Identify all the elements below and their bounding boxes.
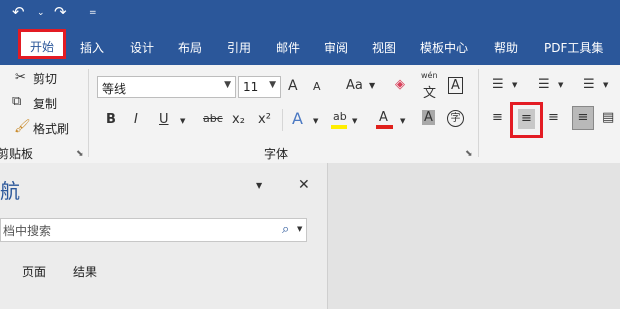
group-divider [478, 69, 479, 157]
chevron-down-icon[interactable]: ▼ [313, 117, 318, 125]
tab-pdf-tools[interactable]: PDF工具集 [544, 39, 603, 56]
copy-button[interactable]: 复制 [33, 95, 57, 112]
character-shading-icon[interactable]: A [422, 110, 435, 125]
format-painter-icon: 🖌 [14, 119, 31, 134]
chevron-down-icon[interactable]: ▼ [512, 81, 517, 89]
clear-formatting-icon[interactable]: ◈ [395, 77, 405, 92]
underline-icon[interactable]: U [159, 112, 169, 127]
align-center-button[interactable]: ≡ [510, 102, 543, 138]
chevron-down-icon[interactable]: ▼ [400, 117, 405, 125]
undo-dropdown-icon[interactable]: ⌄ [37, 8, 45, 18]
ribbon-tabs: 开始 插入 设计 布局 引用 邮件 审阅 视图 模板中心 帮助 PDF工具集 [0, 25, 620, 65]
justify-icon[interactable]: ≡ [572, 106, 594, 130]
chevron-down-icon[interactable]: ▼ [558, 81, 563, 89]
cut-button[interactable]: 剪切 [33, 70, 57, 87]
tab-home-label: 开始 [29, 40, 54, 54]
tab-insert[interactable]: 插入 [80, 39, 104, 56]
strikethrough-icon[interactable]: abc [203, 112, 223, 125]
tab-home[interactable]: 开始 [18, 29, 66, 59]
text-effects-icon[interactable]: A [292, 109, 303, 128]
distributed-icon[interactable]: ▤ [602, 110, 614, 125]
copy-icon: ⧉ [12, 94, 22, 109]
tab-view[interactable]: 视图 [372, 39, 396, 56]
shrink-font-icon[interactable]: A [313, 80, 321, 93]
highlight-color-bar [331, 125, 347, 129]
nav-search-input[interactable] [1, 221, 275, 241]
align-left-icon[interactable]: ≡ [492, 110, 503, 125]
pane-options-chevron-icon[interactable]: ▼ [256, 181, 262, 190]
tab-help[interactable]: 帮助 [494, 39, 518, 56]
character-border-icon[interactable]: A [448, 77, 463, 94]
tab-mailings[interactable]: 邮件 [276, 39, 300, 56]
chevron-down-icon[interactable]: ▼ [603, 81, 608, 89]
tab-design[interactable]: 设计 [130, 39, 154, 56]
chevron-down-icon: ▼ [224, 80, 231, 90]
redo-icon[interactable]: ↷ [54, 3, 67, 21]
font-group-label: 字体 [264, 147, 289, 161]
change-case-icon[interactable]: Aa [346, 78, 363, 93]
highlight-icon[interactable]: ab [333, 110, 347, 123]
font-name-value: 等线 [102, 82, 127, 96]
tab-results[interactable]: 结果 [73, 263, 97, 280]
bullets-icon[interactable]: ☰ [492, 77, 504, 92]
customize-qat-icon[interactable]: = [89, 8, 97, 18]
font-size-combo[interactable]: 11 ▼ [238, 76, 281, 98]
align-right-icon[interactable]: ≡ [548, 110, 559, 125]
ribbon-home: ✂ 剪切 ⧉ 复制 🖌 格式刷 剪贴板 ⬊ 等线 ▼ 11 ▼ A A Aa ▼… [0, 65, 620, 164]
font-name-combo[interactable]: 等线 ▼ [97, 76, 236, 98]
divider [282, 109, 283, 131]
clipboard-launcher-icon[interactable]: ⬊ [76, 149, 84, 159]
nav-pane-title: 航 [0, 179, 20, 203]
document-area[interactable] [328, 163, 620, 309]
tab-layout[interactable]: 布局 [178, 39, 202, 56]
align-center-icon: ≡ [518, 109, 535, 129]
font-color-bar [376, 125, 393, 129]
search-icon[interactable]: ⌕ [282, 222, 289, 237]
chevron-down-icon: ▼ [269, 80, 276, 90]
grow-font-icon[interactable]: A [288, 78, 298, 94]
enclose-characters-icon[interactable]: 字 [447, 110, 464, 127]
tab-review[interactable]: 审阅 [324, 39, 348, 56]
format-painter-button[interactable]: 格式刷 [33, 120, 69, 137]
font-size-value: 11 [243, 80, 259, 94]
tab-template-center[interactable]: 模板中心 [420, 39, 468, 56]
tab-pages[interactable]: 页面 [22, 263, 46, 280]
tab-references[interactable]: 引用 [227, 39, 251, 56]
phonetic-guide-top[interactable]: wén [421, 71, 438, 80]
chevron-down-icon[interactable]: ▼ [180, 117, 185, 125]
close-icon[interactable]: ✕ [298, 177, 310, 193]
subscript-icon[interactable]: x₂ [232, 112, 245, 127]
numbering-icon[interactable]: ☰ [538, 77, 550, 92]
group-divider [88, 69, 89, 157]
bold-icon[interactable]: B [106, 112, 116, 127]
chevron-down-icon[interactable]: ▼ [369, 81, 375, 90]
chevron-down-icon[interactable]: ▼ [297, 225, 302, 233]
navigation-pane: 航 ▼ ✕ ⌕ ▼ 页面 结果 [0, 163, 328, 309]
phonetic-guide-icon[interactable]: 文 [423, 82, 436, 101]
title-bar: ↶ ⌄ ↷ = [0, 0, 620, 25]
superscript-icon[interactable]: x² [258, 112, 271, 127]
nav-search-box[interactable]: ⌕ ▼ [0, 218, 307, 242]
undo-icon[interactable]: ↶ [12, 3, 25, 21]
clipboard-group-label: 剪贴板 [0, 147, 34, 161]
italic-icon[interactable]: I [134, 112, 138, 127]
multilevel-list-icon[interactable]: ☰ [583, 77, 595, 92]
chevron-down-icon[interactable]: ▼ [352, 117, 357, 125]
font-launcher-icon[interactable]: ⬊ [465, 149, 473, 159]
font-color-icon[interactable]: A [379, 110, 388, 125]
scissors-icon: ✂ [15, 70, 26, 85]
